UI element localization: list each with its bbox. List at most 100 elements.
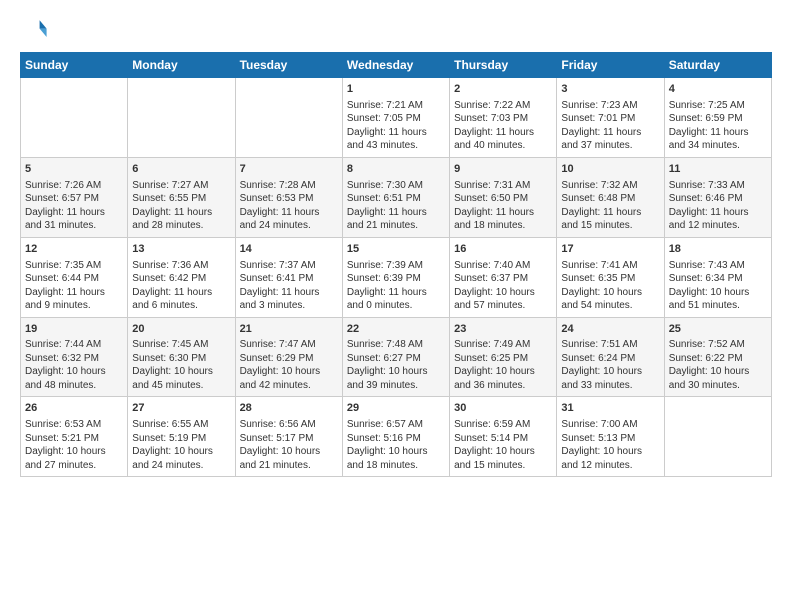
day-number: 28	[240, 401, 338, 416]
calendar-cell	[128, 78, 235, 158]
cell-content-line: Sunrise: 7:22 AM	[454, 99, 552, 113]
calendar-week-row: 5Sunrise: 7:26 AMSunset: 6:57 PMDaylight…	[21, 157, 772, 237]
cell-content-line: Sunset: 6:50 PM	[454, 192, 552, 206]
weekday-header-sunday: Sunday	[21, 53, 128, 78]
day-number: 9	[454, 162, 552, 177]
cell-content-line: Sunrise: 7:43 AM	[669, 259, 767, 273]
cell-content-line: and 24 minutes.	[240, 219, 338, 233]
day-number: 1	[347, 82, 445, 97]
cell-content-line: Daylight: 10 hours	[347, 445, 445, 459]
day-number: 14	[240, 242, 338, 257]
calendar-cell: 17Sunrise: 7:41 AMSunset: 6:35 PMDayligh…	[557, 237, 664, 317]
cell-content-line: Sunset: 6:55 PM	[132, 192, 230, 206]
header	[20, 16, 772, 44]
cell-content-line: Sunrise: 6:59 AM	[454, 418, 552, 432]
calendar-cell: 25Sunrise: 7:52 AMSunset: 6:22 PMDayligh…	[664, 317, 771, 397]
calendar-cell: 1Sunrise: 7:21 AMSunset: 7:05 PMDaylight…	[342, 78, 449, 158]
calendar-cell: 12Sunrise: 7:35 AMSunset: 6:44 PMDayligh…	[21, 237, 128, 317]
calendar-cell: 20Sunrise: 7:45 AMSunset: 6:30 PMDayligh…	[128, 317, 235, 397]
calendar-cell: 19Sunrise: 7:44 AMSunset: 6:32 PMDayligh…	[21, 317, 128, 397]
cell-content-line: Sunset: 6:25 PM	[454, 352, 552, 366]
day-number: 5	[25, 162, 123, 177]
cell-content-line: and 18 minutes.	[347, 459, 445, 473]
calendar-cell: 21Sunrise: 7:47 AMSunset: 6:29 PMDayligh…	[235, 317, 342, 397]
cell-content-line: Sunset: 6:53 PM	[240, 192, 338, 206]
cell-content-line: Sunrise: 7:27 AM	[132, 179, 230, 193]
calendar-cell: 29Sunrise: 6:57 AMSunset: 5:16 PMDayligh…	[342, 397, 449, 477]
logo-icon	[20, 16, 48, 44]
cell-content-line: Sunset: 6:27 PM	[347, 352, 445, 366]
calendar-cell	[664, 397, 771, 477]
cell-content-line: Daylight: 10 hours	[25, 365, 123, 379]
calendar-cell: 15Sunrise: 7:39 AMSunset: 6:39 PMDayligh…	[342, 237, 449, 317]
cell-content-line: Sunrise: 7:52 AM	[669, 338, 767, 352]
cell-content-line: Sunrise: 7:37 AM	[240, 259, 338, 273]
cell-content-line: Daylight: 10 hours	[25, 445, 123, 459]
cell-content-line: Sunrise: 7:51 AM	[561, 338, 659, 352]
calendar-cell: 6Sunrise: 7:27 AMSunset: 6:55 PMDaylight…	[128, 157, 235, 237]
cell-content-line: Sunset: 6:44 PM	[25, 272, 123, 286]
calendar-week-row: 12Sunrise: 7:35 AMSunset: 6:44 PMDayligh…	[21, 237, 772, 317]
cell-content-line: Daylight: 11 hours	[561, 126, 659, 140]
weekday-header-thursday: Thursday	[450, 53, 557, 78]
cell-content-line: Sunrise: 6:56 AM	[240, 418, 338, 432]
day-number: 24	[561, 322, 659, 337]
cell-content-line: and 15 minutes.	[454, 459, 552, 473]
cell-content-line: Sunset: 6:30 PM	[132, 352, 230, 366]
cell-content-line: Daylight: 11 hours	[240, 206, 338, 220]
cell-content-line: and 27 minutes.	[25, 459, 123, 473]
weekday-header-row: SundayMondayTuesdayWednesdayThursdayFrid…	[21, 53, 772, 78]
cell-content-line: Sunrise: 7:21 AM	[347, 99, 445, 113]
cell-content-line: Daylight: 10 hours	[669, 365, 767, 379]
cell-content-line: and 0 minutes.	[347, 299, 445, 313]
cell-content-line: Sunset: 6:37 PM	[454, 272, 552, 286]
cell-content-line: Sunset: 6:32 PM	[25, 352, 123, 366]
cell-content-line: Sunrise: 7:00 AM	[561, 418, 659, 432]
cell-content-line: Sunrise: 7:48 AM	[347, 338, 445, 352]
day-number: 27	[132, 401, 230, 416]
cell-content-line: and 21 minutes.	[240, 459, 338, 473]
cell-content-line: Daylight: 11 hours	[240, 286, 338, 300]
calendar-cell: 16Sunrise: 7:40 AMSunset: 6:37 PMDayligh…	[450, 237, 557, 317]
day-number: 18	[669, 242, 767, 257]
cell-content-line: and 21 minutes.	[347, 219, 445, 233]
cell-content-line: Daylight: 11 hours	[561, 206, 659, 220]
cell-content-line: Sunset: 6:34 PM	[669, 272, 767, 286]
cell-content-line: and 40 minutes.	[454, 139, 552, 153]
cell-content-line: Daylight: 10 hours	[561, 445, 659, 459]
cell-content-line: Sunrise: 7:40 AM	[454, 259, 552, 273]
cell-content-line: Sunrise: 7:39 AM	[347, 259, 445, 273]
cell-content-line: Sunrise: 7:44 AM	[25, 338, 123, 352]
cell-content-line: Daylight: 10 hours	[240, 445, 338, 459]
cell-content-line: Sunset: 7:05 PM	[347, 112, 445, 126]
cell-content-line: Sunset: 7:01 PM	[561, 112, 659, 126]
cell-content-line: Daylight: 11 hours	[25, 206, 123, 220]
cell-content-line: and 39 minutes.	[347, 379, 445, 393]
cell-content-line: Sunrise: 7:23 AM	[561, 99, 659, 113]
calendar-cell: 10Sunrise: 7:32 AMSunset: 6:48 PMDayligh…	[557, 157, 664, 237]
cell-content-line: and 31 minutes.	[25, 219, 123, 233]
cell-content-line: Daylight: 11 hours	[454, 126, 552, 140]
day-number: 15	[347, 242, 445, 257]
cell-content-line: Sunrise: 7:30 AM	[347, 179, 445, 193]
cell-content-line: Sunset: 6:59 PM	[669, 112, 767, 126]
cell-content-line: and 33 minutes.	[561, 379, 659, 393]
cell-content-line: Sunrise: 7:41 AM	[561, 259, 659, 273]
cell-content-line: and 3 minutes.	[240, 299, 338, 313]
day-number: 7	[240, 162, 338, 177]
calendar-cell: 3Sunrise: 7:23 AMSunset: 7:01 PMDaylight…	[557, 78, 664, 158]
cell-content-line: Sunset: 6:48 PM	[561, 192, 659, 206]
cell-content-line: Sunrise: 6:57 AM	[347, 418, 445, 432]
cell-content-line: Sunset: 6:57 PM	[25, 192, 123, 206]
weekday-header-monday: Monday	[128, 53, 235, 78]
day-number: 16	[454, 242, 552, 257]
cell-content-line: Daylight: 11 hours	[132, 206, 230, 220]
day-number: 13	[132, 242, 230, 257]
weekday-header-tuesday: Tuesday	[235, 53, 342, 78]
day-number: 23	[454, 322, 552, 337]
cell-content-line: and 51 minutes.	[669, 299, 767, 313]
calendar-week-row: 26Sunrise: 6:53 AMSunset: 5:21 PMDayligh…	[21, 397, 772, 477]
cell-content-line: Daylight: 10 hours	[454, 365, 552, 379]
day-number: 20	[132, 322, 230, 337]
cell-content-line: Daylight: 10 hours	[454, 445, 552, 459]
